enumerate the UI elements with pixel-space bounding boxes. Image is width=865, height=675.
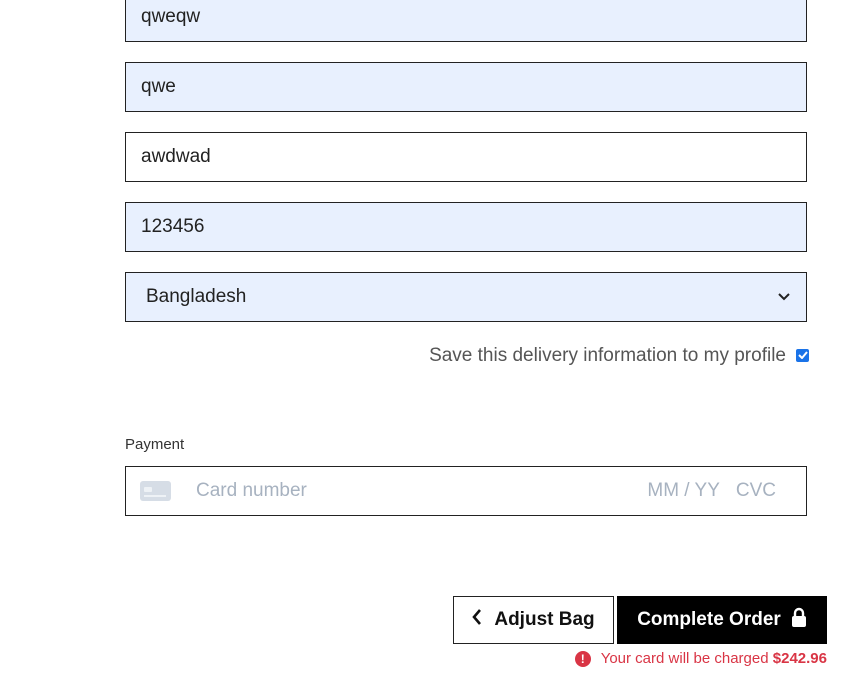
address-line-field[interactable]: qweqw	[125, 0, 807, 42]
payment-heading: Payment	[125, 436, 185, 453]
postal-code-field[interactable]: 123456	[125, 202, 807, 252]
card-expiry-input[interactable]: MM / YY	[647, 480, 720, 502]
complete-order-button[interactable]: Complete Order	[617, 596, 827, 644]
chevron-down-icon	[777, 290, 791, 304]
card-number-input[interactable]: Card number	[196, 480, 647, 502]
adjust-bag-button[interactable]: Adjust Bag	[453, 596, 614, 644]
field-value: qwe	[141, 76, 176, 97]
country-selected-value: Bangladesh	[146, 286, 247, 307]
card-cvc-input[interactable]: CVC	[736, 480, 776, 502]
credit-card-icon	[140, 481, 171, 501]
checkout-page: qweqw qwe awdwad 123456 Bangladesh Save …	[0, 0, 865, 675]
charge-notice: ! Your card will be charged $242.96	[574, 650, 827, 667]
charge-amount: $242.96	[772, 650, 827, 667]
field-value: 123456	[141, 216, 205, 237]
field-value: qweqw	[141, 6, 201, 27]
lock-icon	[791, 607, 807, 633]
save-profile-checkbox[interactable]	[796, 348, 809, 362]
country-select[interactable]: Bangladesh	[125, 272, 807, 322]
alert-icon: !	[574, 650, 591, 667]
address-line-2-field[interactable]: qwe	[125, 62, 807, 112]
complete-order-label: Complete Order	[637, 609, 781, 630]
field-value: awdwad	[141, 146, 211, 167]
adjust-bag-label: Adjust Bag	[494, 609, 595, 630]
charge-text: Your card will be charged	[600, 650, 769, 667]
chevron-left-icon	[472, 609, 482, 631]
save-profile-row: Save this delivery information to my pro…	[429, 345, 809, 367]
city-field[interactable]: awdwad	[125, 132, 807, 182]
save-profile-label: Save this delivery information to my pro…	[429, 345, 786, 366]
card-input[interactable]: Card number MM / YY CVC	[125, 466, 807, 516]
